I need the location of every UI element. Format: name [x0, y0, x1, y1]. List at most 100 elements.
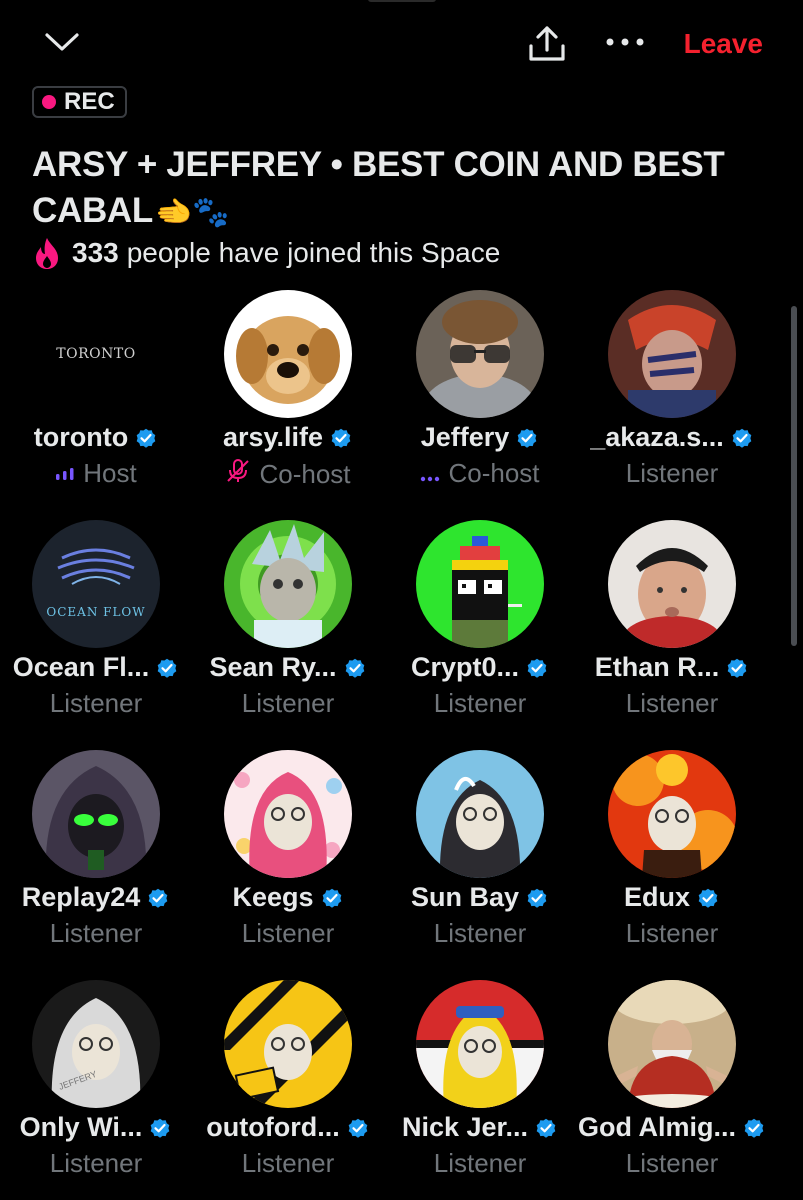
participant-role: Listener: [433, 688, 527, 718]
fire-icon: [36, 238, 58, 269]
verified-badge-icon: [525, 656, 549, 680]
participant-role-row: Listener: [576, 688, 768, 719]
avatar[interactable]: [224, 290, 352, 418]
participant-role-row: Co-host: [384, 458, 576, 489]
participant-name-row: Ocean Fl...: [0, 652, 192, 683]
participant-role: Listener: [625, 918, 719, 948]
participant-card[interactable]: outoford... Listener: [192, 978, 384, 1200]
participant-card[interactable]: Replay24 Listener: [0, 748, 192, 978]
participant-card[interactable]: Nick Jer... Listener: [384, 978, 576, 1200]
participant-card[interactable]: OCEAN FLOW Ocean Fl... Listener: [0, 518, 192, 748]
verified-badge-icon: [696, 886, 720, 910]
avatar[interactable]: [32, 750, 160, 878]
participant-card[interactable]: Jeffery Co-host: [384, 288, 576, 518]
participant-card[interactable]: Edux Listener: [576, 748, 768, 978]
participant-name: toronto: [33, 422, 129, 452]
participant-name-row: Edux: [576, 882, 768, 913]
avatar[interactable]: TORONTO: [32, 290, 160, 418]
participant-card[interactable]: arsy.life Co-host: [192, 288, 384, 518]
participant-role: Listener: [433, 1148, 527, 1178]
participant-card[interactable]: God Almig... Listener: [576, 978, 768, 1200]
participant-role: Listener: [241, 1148, 335, 1178]
participant-role-row: Co-host: [192, 458, 384, 491]
more-icon[interactable]: [605, 32, 645, 52]
participant-role-row: Listener: [384, 688, 576, 719]
participant-role: Co-host: [448, 458, 540, 488]
joined-count: 333: [72, 237, 119, 268]
participant-role-row: Listener: [192, 1148, 384, 1179]
listening-dots-icon: [420, 458, 440, 489]
participant-name-row: _akaza.s...: [576, 422, 768, 453]
verified-badge-icon: [343, 656, 367, 680]
avatar[interactable]: [608, 980, 736, 1108]
svg-text:OCEAN FLOW: OCEAN FLOW: [46, 605, 145, 619]
participant-role: Listener: [49, 918, 143, 948]
verified-badge-icon: [730, 426, 754, 450]
avatar[interactable]: [608, 290, 736, 418]
avatar[interactable]: [224, 750, 352, 878]
rec-badge: REC: [32, 86, 127, 118]
participant-name: Replay24: [21, 882, 141, 912]
participant-card[interactable]: Ethan R... Listener: [576, 518, 768, 748]
participant-role-row: Listener: [0, 688, 192, 719]
participant-card[interactable]: Crypt0... Listener: [384, 518, 576, 748]
participant-name-row: Crypt0...: [384, 652, 576, 683]
participant-card[interactable]: Keegs Listener: [192, 748, 384, 978]
title-emoji: 🫲🐾: [154, 196, 230, 229]
mic-muted-icon: [225, 458, 251, 491]
verified-badge-icon: [742, 1116, 766, 1140]
scrollbar[interactable]: [791, 306, 797, 646]
participant-card[interactable]: Sun Bay Listener: [384, 748, 576, 978]
verified-badge-icon: [515, 426, 539, 450]
participant-role-row: Listener: [192, 688, 384, 719]
joined-text: people have joined this Space: [126, 237, 501, 268]
participant-name-row: outoford...: [192, 1112, 384, 1143]
share-icon[interactable]: [526, 24, 568, 64]
participant-name: Sean Ry...: [209, 652, 337, 682]
avatar[interactable]: OCEAN FLOW: [32, 520, 160, 648]
participant-card[interactable]: TORONTO toronto Host: [0, 288, 192, 518]
avatar[interactable]: [416, 520, 544, 648]
participant-name-row: Sean Ry...: [192, 652, 384, 683]
participant-role: Listener: [49, 688, 143, 718]
participant-name: _akaza.s...: [590, 422, 724, 452]
participant-card[interactable]: Sean Ry... Listener: [192, 518, 384, 748]
verified-badge-icon: [346, 1116, 370, 1140]
participant-name-row: Keegs: [192, 882, 384, 913]
participant-card[interactable]: JEFFERY Only Wi... Listener: [0, 978, 192, 1200]
verified-badge-icon: [155, 656, 179, 680]
participant-role: Listener: [433, 918, 527, 948]
participant-card[interactable]: _akaza.s... Listener: [576, 288, 768, 518]
rec-label: REC: [64, 88, 115, 115]
participant-role: Co-host: [259, 459, 351, 489]
participant-name-row: Nick Jer...: [384, 1112, 576, 1143]
avatar[interactable]: [608, 520, 736, 648]
leave-button[interactable]: Leave: [684, 28, 763, 60]
participant-name: Keegs: [232, 882, 314, 912]
chevron-down-icon[interactable]: [44, 30, 80, 54]
avatar[interactable]: [416, 750, 544, 878]
avatar[interactable]: [416, 980, 544, 1108]
participant-role-row: Listener: [0, 1148, 192, 1179]
participant-name: Ocean Fl...: [12, 652, 150, 682]
participant-role-row: Listener: [384, 1148, 576, 1179]
participant-role: Listener: [625, 1148, 719, 1178]
avatar[interactable]: [608, 750, 736, 878]
joined-count-row: 333 people have joined this Space: [32, 236, 500, 270]
participant-name-row: Replay24: [0, 882, 192, 913]
participant-role: Listener: [241, 918, 335, 948]
participant-name: Edux: [623, 882, 690, 912]
avatar[interactable]: [416, 290, 544, 418]
avatar[interactable]: [224, 520, 352, 648]
verified-badge-icon: [320, 886, 344, 910]
verified-badge-icon: [725, 656, 749, 680]
participant-name: outoford...: [206, 1112, 340, 1142]
participant-name-row: Sun Bay: [384, 882, 576, 913]
participant-name-row: toronto: [0, 422, 192, 453]
recording-dot-icon: [42, 95, 56, 109]
top-bar: Leave: [0, 0, 803, 88]
avatar[interactable]: [224, 980, 352, 1108]
avatar[interactable]: JEFFERY: [32, 980, 160, 1108]
participant-name-row: arsy.life: [192, 422, 384, 453]
space-title-text: ARSY + JEFFREY • BEST COIN AND BEST CABA…: [32, 145, 725, 230]
